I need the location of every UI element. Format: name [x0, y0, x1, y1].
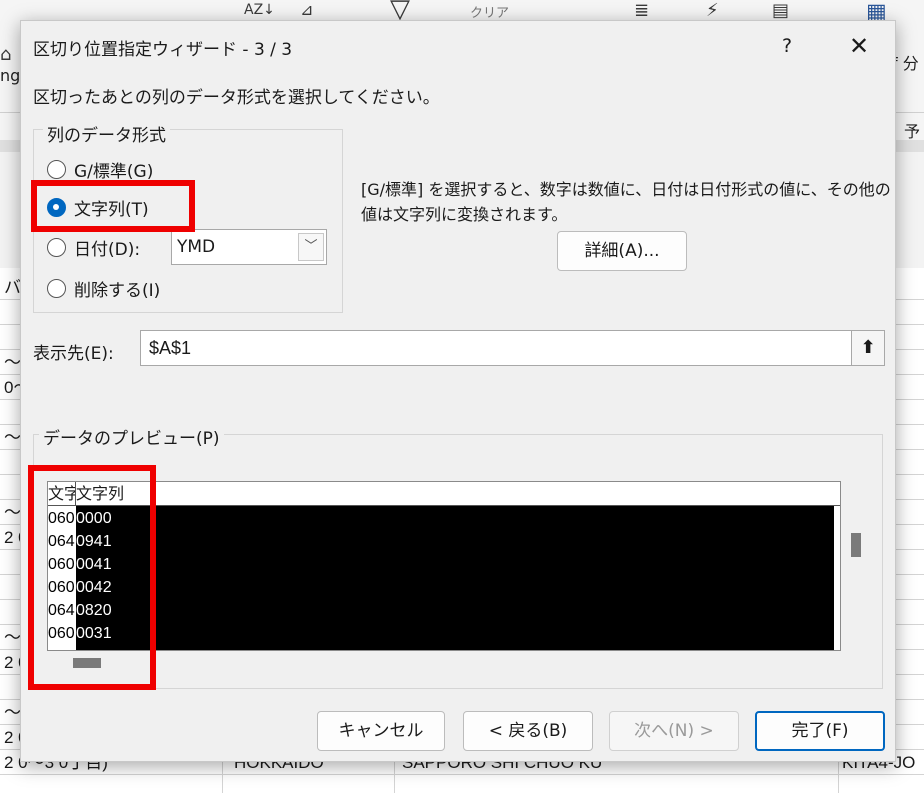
format-description: [G/標準] を選択すると、数字は数値に、日付は日付形式の値に、その他の値は文字… — [361, 180, 891, 224]
radio-skip[interactable]: 削除する(I) — [47, 274, 160, 302]
radio-date-circle[interactable] — [47, 237, 66, 257]
remove-duplicates-icon[interactable]: ▤ — [772, 0, 789, 21]
sort-za-icon[interactable]: ⊿ — [300, 0, 313, 19]
instruction-text: 区切ったあとの列のデータ形式を選択してください。 — [33, 88, 440, 108]
radio-date[interactable]: 日付(D): — [47, 233, 140, 261]
sheet-cell[interactable]: ～ — [4, 500, 21, 525]
data-preview-box[interactable]: 文字列 文字列 06000000640941060004106000420640… — [47, 481, 841, 651]
clear-filter-button[interactable]: クリア — [470, 2, 509, 21]
radio-general-label: G/標準(G) — [74, 161, 154, 182]
dialog-title: 区切り位置指定ウィザード - 3 / 3 — [33, 40, 293, 60]
next-button[interactable]: 次へ(N) > — [609, 711, 739, 751]
ribbon-fragment-right: f 分 — [892, 54, 919, 73]
preview-header: 文字列 文字列 — [48, 482, 840, 506]
advanced-button[interactable]: 詳細(A)... — [557, 231, 687, 271]
close-button[interactable]: ✕ — [839, 29, 879, 63]
sort-icon[interactable]: AZ↓ — [244, 2, 275, 18]
radio-skip-circle[interactable] — [47, 278, 66, 298]
preview-vertical-scrollbar[interactable] — [851, 533, 861, 557]
ribbon-fragment-right2: 予 — [904, 122, 921, 141]
destination-input[interactable]: $A$1 — [140, 330, 854, 366]
dialog-titlebar[interactable]: 区切り位置指定ウィザード - 3 / 3 ? ✕ — [21, 21, 895, 71]
flash-fill-icon[interactable]: ⚡ — [706, 0, 719, 21]
radio-general[interactable]: G/標準(G) — [47, 155, 153, 183]
highlight-text-option — [31, 180, 195, 232]
help-button[interactable]: ? — [769, 29, 805, 63]
collapse-dialog-icon[interactable]: ⬆ — [851, 330, 885, 366]
home-icon: ⌂ — [0, 44, 12, 65]
chevron-down-icon[interactable]: ﹀ — [298, 233, 324, 261]
column-format-group-label: 列のデータ形式 — [43, 121, 170, 146]
back-button[interactable]: < 戻る(B) — [463, 711, 593, 751]
sheet-cell[interactable]: ～ — [4, 700, 21, 725]
data-preview-label: データのプレビュー(P) — [39, 424, 224, 449]
preview-selected-column[interactable] — [76, 506, 834, 650]
finish-button[interactable]: 完了(F) — [755, 711, 885, 751]
date-format-select[interactable]: YMD ﹀ — [171, 229, 327, 265]
ribbon-fragment-left: ng — [0, 66, 21, 85]
sheet-cell[interactable]: ～ — [4, 425, 21, 450]
cancel-button[interactable]: キャンセル — [317, 711, 445, 751]
radio-general-circle[interactable] — [47, 159, 66, 179]
radio-date-label: 日付(D): — [74, 239, 141, 260]
date-format-value: YMD — [177, 237, 216, 257]
sheet-cell[interactable]: ～ — [4, 625, 21, 650]
radio-skip-label: 削除する(I) — [74, 280, 161, 301]
destination-label: 表示先(E): — [33, 344, 114, 364]
highlight-preview-columns — [28, 465, 156, 690]
text-to-columns-icon[interactable]: ≣ — [634, 0, 649, 21]
